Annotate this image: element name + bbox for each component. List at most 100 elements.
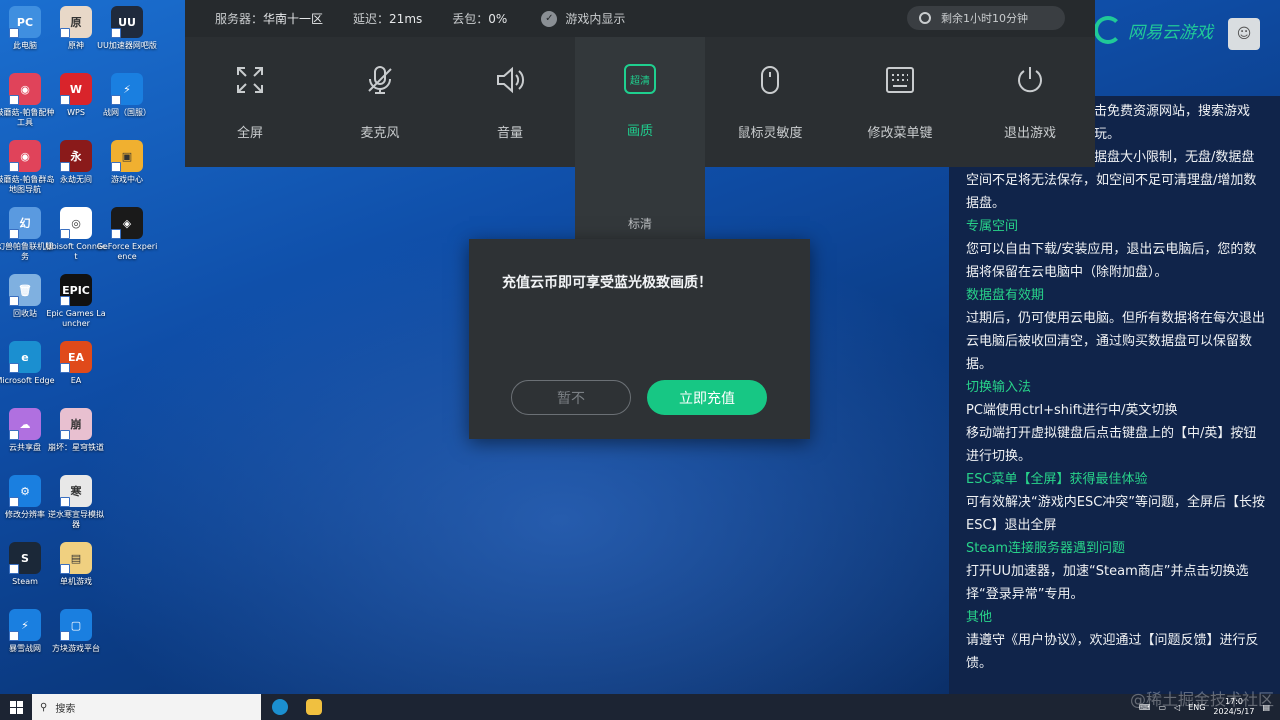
app-icon: S bbox=[9, 542, 41, 574]
desktop-icon[interactable]: ▤ 单机游戏 bbox=[45, 542, 107, 608]
app-icon: ⚡ bbox=[111, 73, 143, 105]
info-partial-text: 击免费资源网站，搜索游戏 玩。据盘大小限制，无盘/数据盘 bbox=[1094, 100, 1274, 169]
tool-label: 修改菜单键 bbox=[867, 126, 933, 141]
tool-quality-button[interactable]: 超清 画质 bbox=[575, 37, 705, 167]
app-icon: ⚡ bbox=[9, 609, 41, 641]
info-line: 据盘大小限制，无盘/数据盘 bbox=[1094, 150, 1255, 165]
app-icon: ▣ bbox=[111, 140, 143, 172]
app-icon: 寒 bbox=[60, 475, 92, 507]
remaining-time-pill: 剩余1小时10分钟 bbox=[907, 6, 1065, 30]
info-paragraph: 过期后，仍可使用云电脑。但所有数据将在每次退出云电脑后被收回清空，通过购买数据盘… bbox=[966, 311, 1266, 372]
tool-label: 全屏 bbox=[236, 126, 263, 141]
brand-logo: 网易云游戏 bbox=[1094, 16, 1213, 44]
fullscreen-icon bbox=[234, 64, 266, 96]
desktop-icon-label: Epic Games Launcher bbox=[46, 309, 106, 328]
app-icon: UU bbox=[111, 6, 143, 38]
search-icon: ⚲ bbox=[40, 701, 48, 713]
quality-option-sd[interactable]: 标清 bbox=[628, 215, 652, 242]
start-button[interactable] bbox=[0, 694, 32, 720]
info-line: 玩。 bbox=[1094, 127, 1121, 142]
app-icon: ☁ bbox=[9, 408, 41, 440]
desktop-icon-label: GeForce Experience bbox=[96, 242, 158, 261]
info-panel: 空间不足将无法保存，如空间不足可清理盘/增加数据盘。 专属空间 您可以自由下载/安装… bbox=[949, 96, 1280, 694]
tool-mouse-sensitivity-button[interactable]: 鼠标灵敏度 bbox=[705, 37, 835, 167]
taskbar-edge[interactable] bbox=[265, 694, 295, 720]
desktop-icon-label: EA bbox=[70, 376, 82, 385]
taskbar: ⚲ 搜索 ⌨ ▭ ◁ ENG 17:0 2024/5/17 ▤ bbox=[0, 694, 1280, 720]
app-icon: 崩 bbox=[60, 408, 92, 440]
windows-logo-icon bbox=[9, 700, 23, 714]
brand-name: 网易云游戏 bbox=[1128, 22, 1213, 43]
mouse-icon bbox=[754, 64, 786, 96]
keyboard-icon bbox=[884, 64, 916, 96]
desktop-icon-label: 单机游戏 bbox=[60, 577, 92, 586]
taskbar-explorer[interactable] bbox=[299, 694, 329, 720]
info-paragraph: 打开UU加速器，加速“Steam商店”并点击切换选择“登录异常”专用。 bbox=[966, 564, 1249, 602]
info-paragraph: 可有效解决“游戏内ESC冲突”等问题，全屏后【长按ESC】退出全屏 bbox=[966, 495, 1266, 533]
app-icon: ◎ bbox=[60, 207, 92, 239]
app-icon: ▤ bbox=[60, 542, 92, 574]
info-line: 击免费资源网站，搜索游戏 bbox=[1094, 104, 1251, 119]
power-icon bbox=[1014, 64, 1046, 96]
mascot-icon: ☺ bbox=[1228, 18, 1260, 50]
recharge-dialog: 充值云币即可享受蓝光极致画质！ 暂不 立即充值 bbox=[469, 239, 810, 439]
desktop-icon-grid: PC 此电脑原原神 UU UU加速器网吧版 ◉ 鼓蘑菇-帕鲁配种工具 W WPS ⚡ 战网（国服）… bbox=[0, 0, 160, 694]
app-icon: ◉ bbox=[9, 140, 41, 172]
tool-fullscreen-button[interactable]: 全屏 bbox=[185, 37, 315, 167]
show-in-game-toggle[interactable]: ✓ 游戏内显示 bbox=[541, 10, 625, 27]
watermark: @稀土掘金技术社区 bbox=[1129, 690, 1274, 709]
desktop-icon[interactable]: EA EA bbox=[45, 341, 107, 407]
clock-icon bbox=[919, 12, 931, 24]
tool-label: 画质 bbox=[626, 124, 653, 139]
info-heading: 其他 bbox=[966, 610, 993, 625]
quality-dropdown: 标清 bbox=[575, 167, 705, 242]
hd-badge-icon: 超清 bbox=[624, 64, 656, 94]
packet-loss-status: 丢包：0% bbox=[452, 12, 508, 26]
desktop-icon[interactable]: ⚡ 战网（国服） bbox=[96, 73, 158, 139]
edge-icon bbox=[272, 699, 288, 715]
tool-microphone-button[interactable]: 麦克风 bbox=[315, 37, 445, 167]
desktop-icon-label: 崩坏：星穹铁道 bbox=[48, 443, 104, 452]
taskbar-search[interactable]: ⚲ 搜索 bbox=[32, 694, 261, 720]
info-paragraph: 移动端打开虚拟键盘后点击键盘上的【中/英】按钮进行切换。 bbox=[966, 426, 1257, 464]
speaker-icon bbox=[494, 64, 526, 96]
app-icon: W bbox=[60, 73, 92, 105]
latency-status: 延迟：21ms bbox=[353, 12, 423, 26]
app-icon: ◈ bbox=[111, 207, 143, 239]
desktop-icon[interactable]: ◈ GeForce Experience bbox=[96, 207, 158, 273]
game-status-bar: 服务器：华南十一区 延迟：21ms 丢包：0% ✓ 游戏内显示 剩余1小时10分… bbox=[185, 0, 1095, 37]
desktop-icon[interactable]: 崩崩坏：星穹铁道 bbox=[45, 408, 107, 474]
info-paragraph: 请遵守《用户协议》，欢迎通过【问题反馈】进行反馈。 bbox=[966, 633, 1259, 671]
server-status: 服务器：华南十一区 bbox=[215, 12, 324, 26]
info-paragraph: PC端使用ctrl+shift进行中/英文切换 bbox=[966, 403, 1178, 418]
desktop-icon[interactable]: 寒逆水寒宣导模拟器 bbox=[45, 475, 107, 541]
not-now-button[interactable]: 暂不 bbox=[511, 380, 631, 415]
tool-label: 音量 bbox=[496, 126, 523, 141]
tool-volume-button[interactable]: 音量 bbox=[445, 37, 575, 167]
app-icon: 幻 bbox=[9, 207, 41, 239]
desktop-icon-label: UU加速器网吧版 bbox=[97, 41, 157, 50]
desktop-icon[interactable]: ▣ 游戏中心 bbox=[96, 140, 158, 206]
app-icon: e bbox=[9, 341, 41, 373]
tool-edit-menu-key-button[interactable]: 修改菜单键 bbox=[835, 37, 965, 167]
app-icon: PC bbox=[9, 6, 41, 38]
desktop-icon[interactable]: EPIC Epic Games Launcher bbox=[45, 274, 107, 340]
dialog-message: 充值云币即可享受蓝光极致画质！ bbox=[502, 275, 712, 291]
folder-icon bbox=[306, 699, 322, 715]
app-icon: ▢ bbox=[60, 609, 92, 641]
desktop-icon[interactable]: UU UU加速器网吧版 bbox=[96, 6, 158, 72]
desktop-icon[interactable]: ▢ 方块游戏平台 bbox=[45, 609, 107, 675]
info-paragraph: 您可以自由下载/安装应用，退出云电脑后，您的数据将保留在云电脑中（除附加盘）。 bbox=[966, 242, 1257, 280]
app-icon: EA bbox=[60, 341, 92, 373]
info-heading: ESC菜单【全屏】获得最佳体验 bbox=[966, 472, 1148, 487]
tool-label: 退出游戏 bbox=[1003, 126, 1056, 141]
app-icon: 原 bbox=[60, 6, 92, 38]
app-icon: 🗑 bbox=[9, 274, 41, 306]
tool-label: 麦克风 bbox=[360, 126, 400, 141]
game-toolbar: 全屏 麦克风 音量 超清 画质 鼠标灵敏度 修改菜单键 退出游戏 bbox=[185, 37, 1095, 167]
info-heading: Steam连接服务器遇到问题 bbox=[966, 541, 1125, 556]
app-icon: ◉ bbox=[9, 73, 41, 105]
app-icon: ⚙ bbox=[9, 475, 41, 507]
recharge-now-button[interactable]: 立即充值 bbox=[647, 380, 767, 415]
tool-exit-game-button[interactable]: 退出游戏 bbox=[965, 37, 1095, 167]
